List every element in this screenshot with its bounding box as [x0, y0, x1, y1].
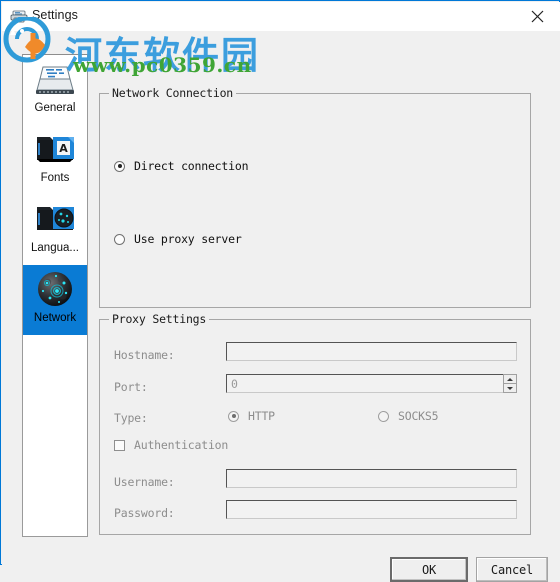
network-connection-group-title: Network Connection — [109, 86, 237, 100]
port-stepper-up[interactable] — [503, 374, 517, 384]
sidebar-item-language[interactable]: Langua... — [23, 195, 87, 265]
chevron-up-icon — [507, 377, 513, 381]
ok-button[interactable]: OK — [390, 557, 468, 582]
radio-type-socks5[interactable]: SOCKS5 — [378, 409, 439, 423]
type-label: Type: — [114, 411, 148, 425]
username-input[interactable] — [226, 469, 517, 488]
password-label: Password: — [114, 506, 175, 520]
printer-icon — [10, 10, 28, 23]
folder-font-icon: A — [33, 129, 77, 170]
settings-category-list[interactable]: General A Fonts Langua... Network — [22, 54, 88, 537]
port-input[interactable]: 0 — [226, 374, 517, 393]
chevron-down-icon — [507, 386, 513, 390]
radio-direct-connection-label: Direct connection — [134, 159, 249, 173]
close-button[interactable] — [514, 2, 560, 31]
svg-text:A: A — [59, 142, 68, 155]
proxy-settings-group: Proxy Settings Hostname: Port: 0 Type: H… — [99, 312, 531, 535]
sidebar-item-label: Langua... — [31, 242, 79, 254]
radio-type-socks5-indicator — [378, 410, 389, 422]
folder-globe-icon — [33, 199, 77, 240]
radio-direct-connection-indicator — [114, 160, 125, 172]
hostname-input[interactable] — [226, 342, 517, 361]
radio-direct-connection[interactable]: Direct connection — [114, 159, 249, 173]
radio-type-socks5-label: SOCKS5 — [398, 409, 439, 423]
username-label: Username: — [114, 475, 175, 489]
close-icon — [531, 10, 543, 23]
port-label: Port: — [114, 380, 148, 394]
title-bar: Settings — [2, 2, 560, 31]
radio-use-proxy-server-indicator — [114, 233, 125, 245]
sidebar-item-general[interactable]: General — [23, 55, 87, 125]
password-input[interactable] — [226, 500, 517, 519]
settings-window: Settings General A Fonts Langua... Netwo… — [0, 0, 560, 582]
radio-type-http-indicator — [228, 410, 239, 422]
sidebar-item-fonts[interactable]: A Fonts — [23, 125, 87, 195]
radio-use-proxy-server[interactable]: Use proxy server — [114, 232, 242, 246]
port-stepper[interactable] — [503, 374, 517, 393]
radio-type-http-label: HTTP — [248, 409, 275, 423]
proxy-settings-group-title: Proxy Settings — [109, 312, 210, 326]
window-title: Settings — [32, 8, 78, 22]
authentication-label: Authentication — [134, 438, 229, 452]
client-area: General A Fonts Langua... Network Networ… — [2, 31, 560, 582]
scanner-icon — [33, 59, 77, 100]
port-stepper-down[interactable] — [503, 384, 517, 393]
sidebar-item-label: General — [34, 102, 76, 114]
network-connection-group: Network Connection Direct connection Use… — [99, 86, 531, 308]
radio-use-proxy-server-label: Use proxy server — [134, 232, 242, 246]
sidebar-item-network[interactable]: Network — [23, 265, 87, 335]
authentication-checkbox[interactable]: Authentication — [114, 438, 228, 452]
hostname-label: Hostname: — [114, 348, 175, 362]
network-globe-icon — [33, 269, 77, 310]
sidebar-item-label: Network — [33, 312, 77, 324]
cancel-button[interactable]: Cancel — [476, 557, 548, 582]
authentication-checkbox-indicator — [114, 439, 125, 451]
sidebar-item-label: Fonts — [40, 172, 70, 184]
radio-type-http[interactable]: HTTP — [228, 409, 275, 423]
